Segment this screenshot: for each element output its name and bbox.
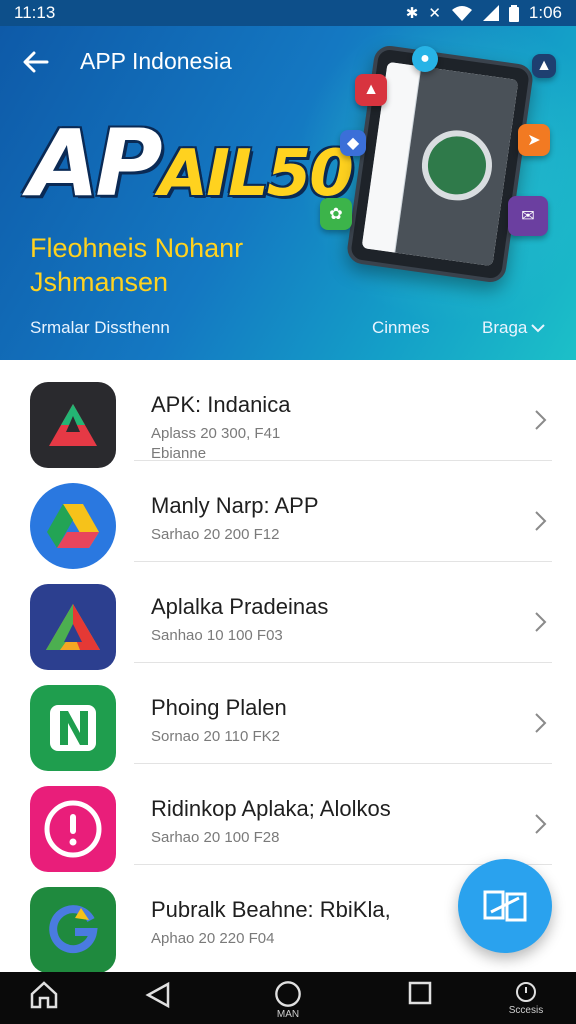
chevron-right-icon bbox=[535, 410, 547, 430]
app-meta: Aplass 20 300, F41 Ebianne bbox=[151, 424, 280, 464]
sort-dropdown[interactable]: Braga bbox=[482, 318, 546, 338]
square-icon bbox=[408, 981, 432, 1005]
app-meta: Sarhao 20 200 F12 bbox=[151, 525, 279, 545]
app-meta-line-1: Sarhao 20 200 F12 bbox=[151, 526, 280, 543]
app-meta-line-1: Aplass 20 300, F41 bbox=[151, 425, 281, 442]
back-button[interactable] bbox=[18, 44, 54, 80]
share-fab-button[interactable] bbox=[458, 859, 552, 953]
chevron-down-icon bbox=[531, 324, 546, 333]
list-item[interactable]: Manly Narp: APP Sarhao 20 200 F12 bbox=[0, 461, 576, 569]
drive-triangle-icon bbox=[30, 483, 116, 569]
app-name: Phoing Plalen bbox=[151, 695, 287, 720]
floating-app-icon: ▲ bbox=[355, 74, 387, 106]
home-icon bbox=[30, 981, 58, 1009]
nav-right-button[interactable]: Sccesis bbox=[496, 980, 556, 1020]
green-n-icon bbox=[30, 685, 116, 771]
nav-back-button[interactable] bbox=[128, 980, 188, 1020]
app-meta-line-1: Sanhao 10 100 F03 bbox=[151, 627, 283, 644]
alert-circle-icon bbox=[30, 786, 116, 872]
app-name: Pubralk Beahne: RbiKla, bbox=[151, 897, 391, 922]
floating-small-icon: ▲ bbox=[532, 54, 556, 78]
colorful-triangle-icon bbox=[30, 584, 116, 670]
page-title: APP Indonesia bbox=[80, 48, 232, 74]
vibrate-icon: ✕ bbox=[428, 4, 441, 22]
app-logo: APAIL50 bbox=[28, 104, 354, 224]
filter-link[interactable]: Cinmes bbox=[372, 318, 430, 338]
list-item[interactable]: Ridinkop Aplaka; Alolkos Sarhao 20 100 F… bbox=[0, 764, 576, 872]
g-logo-icon bbox=[30, 887, 116, 972]
app-name: Manly Narp: APP bbox=[151, 493, 319, 518]
nav-circle-label: MAN bbox=[276, 1009, 300, 1020]
app-meta: Sornao 20 110 FK2 bbox=[151, 727, 280, 747]
circle-small-icon bbox=[516, 982, 536, 1002]
app-meta: Sarhao 20 100 F28 bbox=[151, 828, 279, 848]
floating-arrow-icon: ➤ bbox=[518, 124, 550, 156]
chevron-right-icon bbox=[535, 814, 547, 834]
app-name: Ridinkop Aplaka; Alolkos bbox=[151, 796, 391, 821]
floating-dot-icon: ● bbox=[412, 46, 438, 72]
nav-right-label: Sccesis bbox=[508, 1005, 544, 1016]
nav-home-button[interactable] bbox=[14, 980, 74, 1020]
bluetooth-icon: ✱ bbox=[405, 4, 419, 22]
status-icons: ✱ ✕ 1:06 bbox=[406, 3, 562, 23]
app-meta-line-1: Sornao 20 110 FK2 bbox=[151, 728, 280, 745]
floating-shield-icon: ◆ bbox=[340, 130, 366, 156]
list-item[interactable]: APK: Indanica Aplass 20 300, F41 Ebianne bbox=[0, 360, 576, 468]
circle-icon bbox=[275, 981, 301, 1007]
app-name: APK: Indanica bbox=[151, 392, 291, 417]
logo-part-1: AP bbox=[28, 110, 163, 217]
app-meta: Aphao 20 220 F04 bbox=[151, 929, 274, 949]
swap-icon bbox=[483, 890, 527, 922]
app-meta-line-1: Sarhao 20 100 F28 bbox=[151, 829, 280, 846]
floating-gallery-icon: ✿ bbox=[320, 198, 352, 230]
back-triangle-icon bbox=[145, 981, 170, 1009]
banner-links: Srmalar Dissthenn Cinmes Braga bbox=[0, 314, 576, 340]
category-link[interactable]: Srmalar Dissthenn bbox=[30, 318, 170, 338]
status-clock: 1:06 bbox=[528, 3, 562, 22]
tagline-line-2: Jshmansen bbox=[30, 267, 169, 297]
floating-chat-icon: ✉ bbox=[508, 196, 548, 236]
app-meta-line-1: Aphao 20 220 F04 bbox=[151, 930, 275, 947]
chevron-right-icon bbox=[535, 612, 547, 632]
app-name: Aplalka Pradeinas bbox=[151, 594, 329, 619]
sort-dropdown-label: Braga bbox=[482, 318, 528, 337]
tagline-line-1: Fleohneis Nohanr bbox=[30, 233, 244, 263]
status-time: 11:13 bbox=[14, 3, 56, 22]
list-item[interactable]: Aplalka Pradeinas Sanhao 10 100 F03 bbox=[0, 562, 576, 670]
battery-icon bbox=[508, 4, 519, 22]
chevron-right-icon bbox=[535, 713, 547, 733]
signal-icon bbox=[482, 5, 499, 21]
nav-circle-button[interactable]: MAN bbox=[258, 980, 318, 1020]
list-item[interactable]: Phoing Plalen Sornao 20 110 FK2 bbox=[0, 663, 576, 771]
arrow-left-icon bbox=[23, 51, 49, 73]
navigation-bar: MAN Sccesis bbox=[0, 972, 576, 1024]
header-banner: APP Indonesia APAIL50 ▲ ● ➤ ◆ ✿ ✉ ▲ Fleo… bbox=[0, 26, 576, 360]
wifi-icon bbox=[451, 6, 472, 21]
triangle-logo-icon bbox=[30, 382, 116, 468]
banner-tagline: Fleohneis Nohanr Jshmansen bbox=[30, 231, 243, 299]
nav-recent-button[interactable] bbox=[390, 980, 450, 1020]
app-meta: Sanhao 10 100 F03 bbox=[151, 626, 283, 646]
status-bar: 11:13 ✱ ✕ 1:06 bbox=[0, 0, 576, 26]
chevron-right-icon bbox=[535, 511, 547, 531]
